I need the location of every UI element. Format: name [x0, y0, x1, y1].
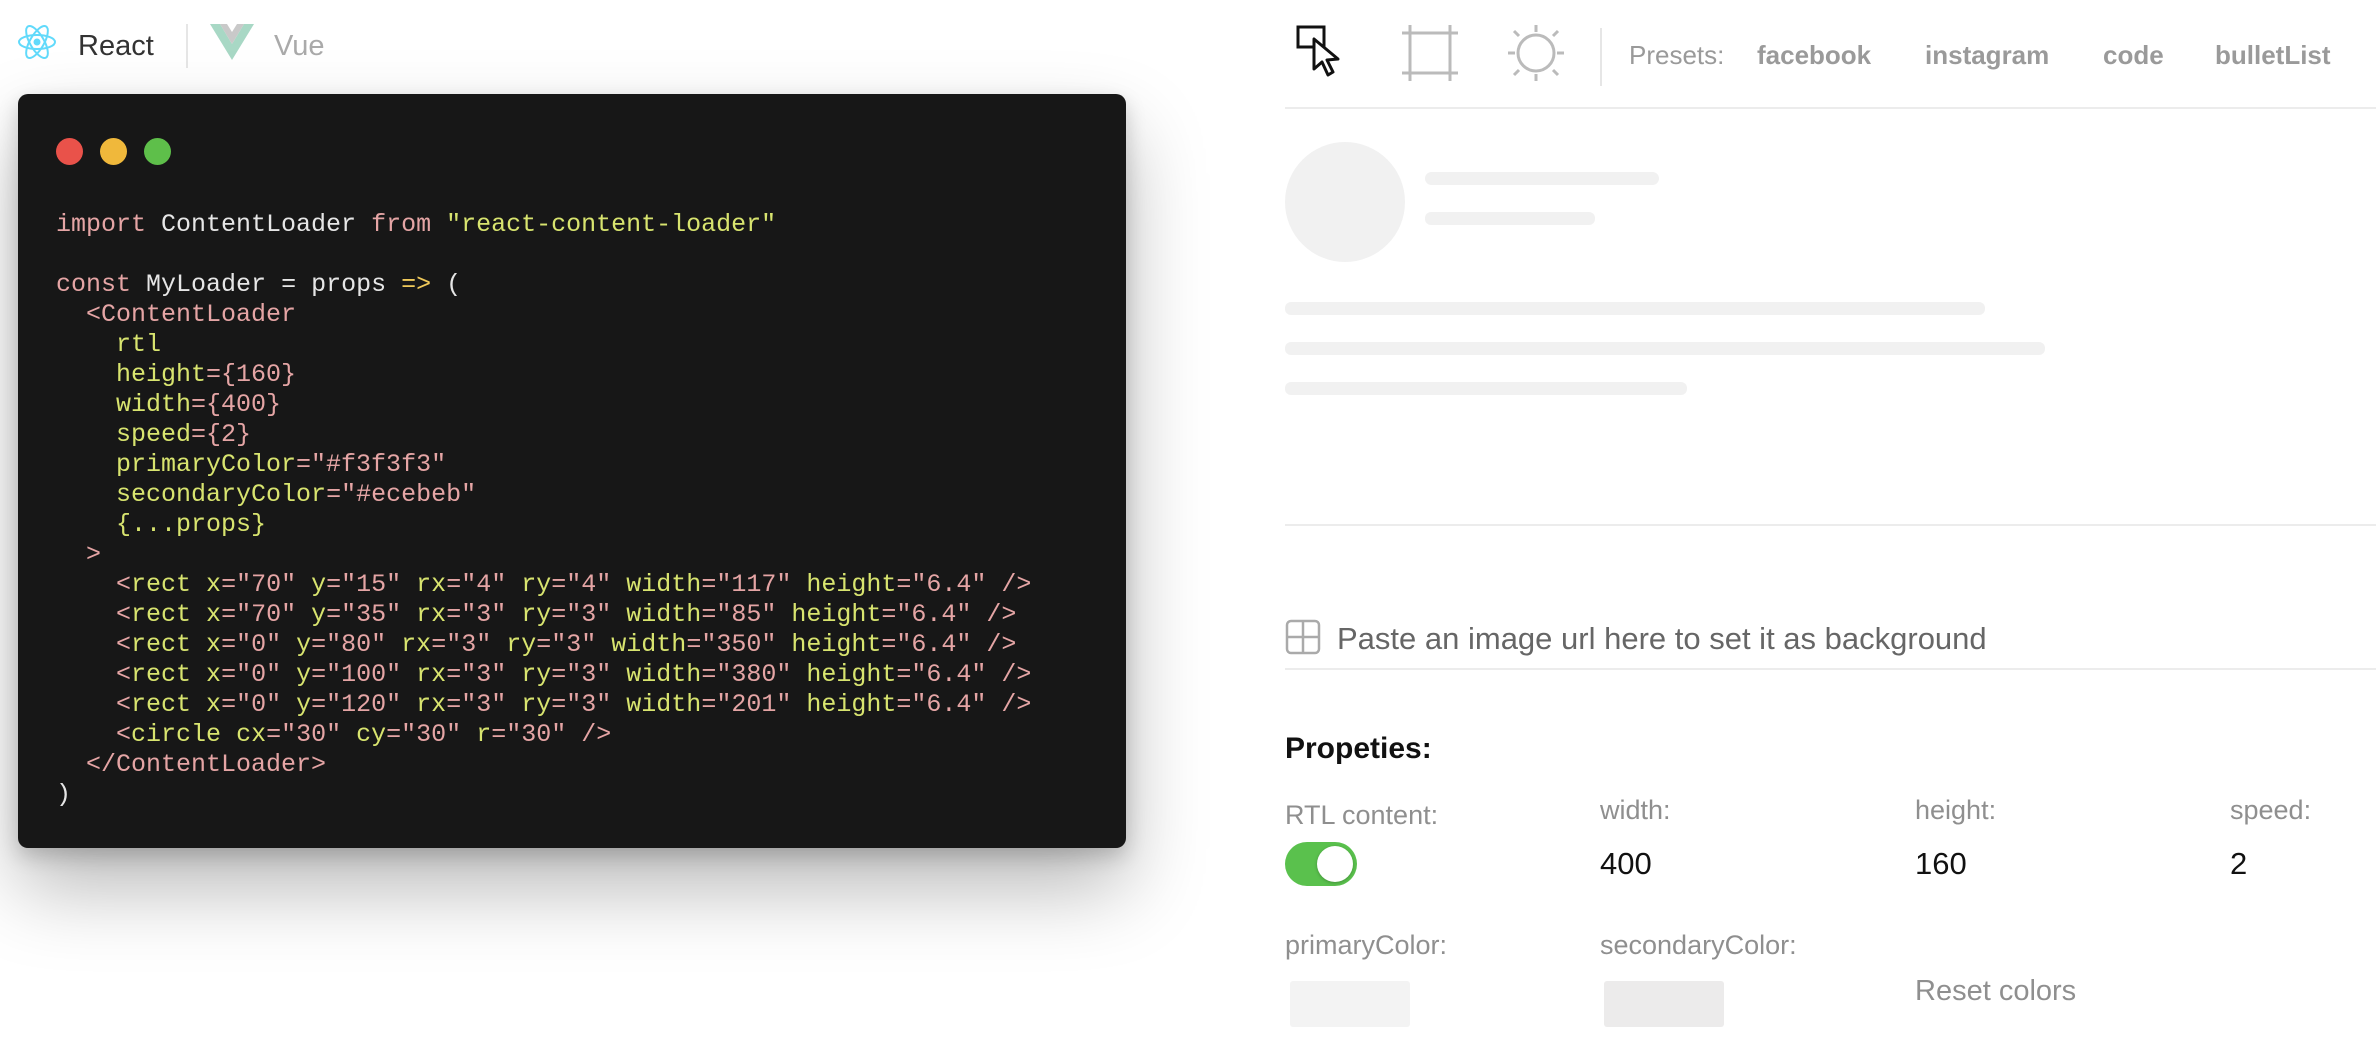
circle-tool-button[interactable]	[1503, 22, 1569, 88]
code-close-tag: </ContentLoader>	[86, 750, 327, 779]
background-url-row	[1285, 614, 2376, 664]
preset-instagram[interactable]: instagram	[1925, 40, 2049, 71]
toolbar-bottom-divider	[1285, 107, 2376, 109]
preset-code[interactable]: code	[2103, 40, 2164, 71]
background-input-underline	[1285, 668, 2376, 670]
code-editor-window: import ContentLoader from "react-content…	[18, 94, 1126, 848]
code-open-close: >	[86, 540, 102, 569]
react-tab-label: React	[78, 29, 154, 62]
code-rect-line: <rect x="70" y="35" rx="3" ry="3" width=…	[116, 600, 1017, 629]
rtl-toggle[interactable]	[1285, 842, 1357, 886]
speed-label: speed:	[2230, 795, 2312, 825]
background-url-input[interactable]	[1337, 621, 2237, 657]
select-tool-button[interactable]	[1291, 22, 1357, 88]
code-attr: speed	[116, 420, 192, 449]
code-rect-line: <rect x="70" y="15" rx="4" ry="4" width=…	[116, 570, 1032, 599]
code-attr: width	[116, 390, 192, 419]
width-label: width:	[1600, 795, 1671, 825]
loader-preview-canvas[interactable]	[1285, 110, 2376, 524]
rtl-label: RTL content:	[1285, 800, 1439, 830]
toggle-knob	[1317, 846, 1353, 882]
skeleton-line	[1425, 212, 1595, 225]
circle-icon	[1506, 23, 1566, 88]
speed-input[interactable]: 2	[2230, 846, 2247, 882]
code-open-tag: <ContentLoader	[86, 300, 297, 329]
rect-icon	[1400, 23, 1460, 88]
skeleton-line	[1285, 342, 2045, 355]
react-tab[interactable]: React	[16, 18, 154, 74]
primary-color-label: primaryColor:	[1285, 930, 1448, 960]
height-label: height:	[1915, 795, 1997, 825]
skeleton-circle	[1285, 142, 1405, 262]
height-input[interactable]: 160	[1915, 846, 1967, 882]
reset-colors-button[interactable]: Reset colors	[1915, 975, 2076, 1008]
grid-icon	[1285, 619, 1321, 660]
skeleton-line	[1285, 302, 1985, 315]
code-attr: rtl	[116, 330, 162, 359]
code-rect-line: <rect x="0" y="80" rx="3" ry="3" width="…	[116, 630, 1017, 659]
code-attr: height	[116, 360, 207, 389]
primary-color-swatch[interactable]	[1290, 981, 1410, 1027]
code-attr: primaryColor	[116, 450, 297, 479]
window-minimize-dot	[100, 138, 127, 165]
framework-divider	[186, 24, 188, 68]
secondary-color-swatch[interactable]	[1604, 981, 1724, 1027]
skeleton-line	[1425, 172, 1659, 185]
code-rect-line: <rect x="0" y="100" rx="3" ry="3" width=…	[116, 660, 1032, 689]
presets-label: Presets:	[1629, 40, 1725, 70]
code-line-import: import ContentLoader from "react-content…	[56, 210, 777, 239]
generated-code[interactable]: import ContentLoader from "react-content…	[56, 210, 1031, 810]
window-maximize-dot	[144, 138, 171, 165]
code-line-const: const MyLoader = props => (	[56, 270, 462, 299]
vue-logo-icon	[210, 22, 254, 70]
cursor-icon	[1296, 25, 1352, 86]
width-input[interactable]: 400	[1600, 846, 1652, 882]
preview-bottom-divider	[1285, 524, 2376, 526]
window-close-dot	[56, 138, 83, 165]
skeleton-line	[1285, 382, 1687, 395]
vue-tab-label: Vue	[274, 29, 325, 62]
rect-tool-button[interactable]	[1397, 22, 1463, 88]
secondary-color-label: secondaryColor:	[1600, 930, 1797, 960]
code-close-paren: )	[56, 780, 72, 809]
properties-title: Propeties:	[1285, 732, 1432, 765]
toolbar-divider	[1600, 28, 1602, 86]
code-attr: secondaryColor	[116, 480, 327, 509]
code-attr: {...props}	[116, 510, 267, 539]
react-logo-icon	[16, 21, 58, 71]
preset-facebook[interactable]: facebook	[1757, 40, 1871, 71]
code-rect-line: <rect x="0" y="120" rx="3" ry="3" width=…	[116, 690, 1032, 719]
preset-bulletlist[interactable]: bulletList	[2215, 40, 2331, 71]
vue-tab[interactable]: Vue	[210, 18, 325, 74]
